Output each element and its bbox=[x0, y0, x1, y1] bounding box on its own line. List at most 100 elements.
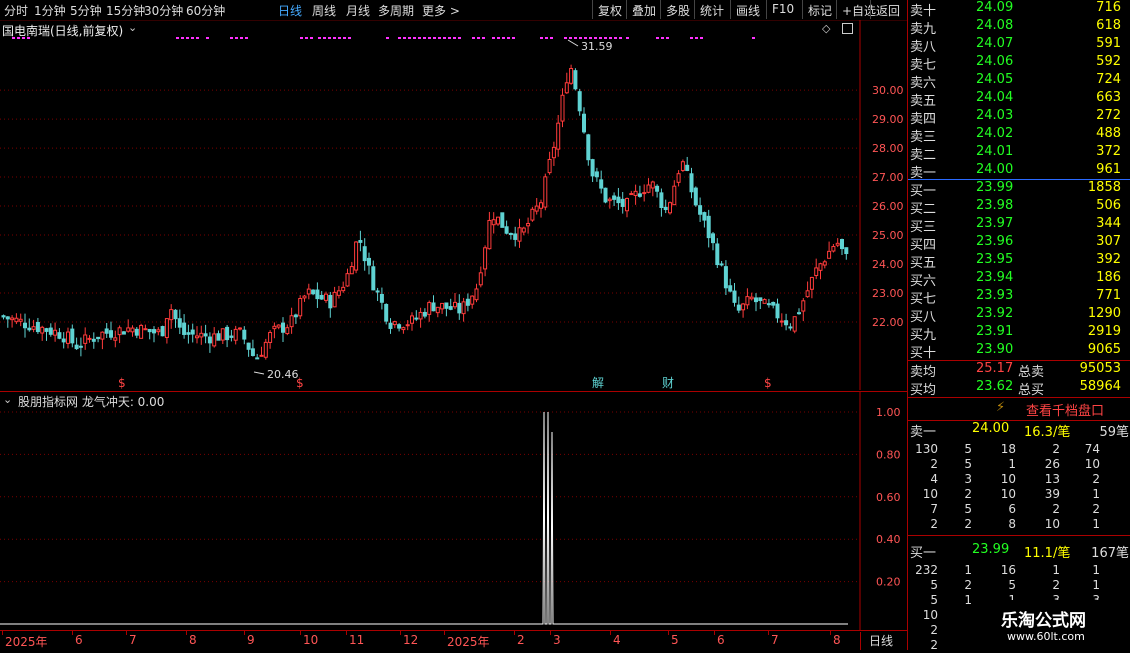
signal-dot bbox=[428, 37, 431, 39]
date-label: 6 bbox=[717, 633, 725, 647]
event-marker[interactable]: 财 bbox=[662, 376, 674, 390]
level-price: 24.06 bbox=[976, 54, 1014, 69]
level-price: 23.94 bbox=[976, 270, 1014, 285]
event-marker[interactable]: $ bbox=[764, 376, 772, 390]
candle bbox=[18, 313, 23, 327]
buy-level-row[interactable]: 买二 23.98 506 bbox=[908, 198, 1130, 217]
date-tick bbox=[714, 631, 715, 635]
candle bbox=[496, 216, 500, 226]
date-label: 6 bbox=[75, 633, 83, 647]
candle bbox=[706, 209, 711, 248]
period-tab[interactable]: 60分钟 bbox=[186, 2, 225, 19]
date-tick bbox=[2, 631, 3, 635]
candle bbox=[792, 316, 797, 334]
candle bbox=[207, 332, 212, 353]
candle bbox=[607, 197, 612, 209]
toolbar-button[interactable]: 返回 bbox=[870, 0, 905, 19]
toolbar-button[interactable]: 多股 bbox=[660, 0, 695, 19]
queue-cell: 10 bbox=[1044, 517, 1060, 531]
buy1-detail-per: 11.1/笔 bbox=[1024, 546, 1071, 561]
signal-dot bbox=[196, 37, 199, 39]
lightning-icon: ⚡ bbox=[996, 400, 1006, 415]
candle bbox=[766, 298, 771, 308]
candle bbox=[569, 64, 574, 85]
queue-cell: 26 bbox=[1044, 457, 1060, 471]
candle bbox=[156, 327, 161, 336]
date-label: 2 bbox=[517, 633, 525, 647]
event-marker[interactable]: $ bbox=[118, 376, 126, 390]
period-label[interactable]: 日线 bbox=[860, 632, 907, 650]
indicator-chart[interactable]: ⌄ 股朋指标网 龙气冲天: 0.00 1.00 0.80 0.60 0.40 0.20 bbox=[0, 391, 907, 631]
toolbar-button[interactable]: 复权 bbox=[592, 0, 627, 19]
view-depth-label: 查看千档盘口 bbox=[1026, 404, 1105, 419]
queue-cell: 10 bbox=[1084, 457, 1100, 471]
level-volume: 771 bbox=[1096, 288, 1121, 303]
period-tab[interactable]: 多周期 bbox=[378, 2, 414, 19]
buy-level-row[interactable]: 买十 23.90 9065 bbox=[908, 342, 1130, 361]
period-tab[interactable]: 月线 bbox=[346, 2, 370, 19]
candle bbox=[513, 226, 518, 247]
date-tick bbox=[768, 631, 769, 635]
period-tab[interactable]: 15分钟 bbox=[106, 2, 145, 19]
candle bbox=[220, 328, 225, 345]
candle bbox=[61, 332, 66, 349]
period-tab[interactable]: 周线 bbox=[312, 2, 336, 19]
candle bbox=[259, 346, 264, 357]
buy-level-row[interactable]: 买九 23.91 2919 bbox=[908, 324, 1130, 343]
view-depth-button[interactable]: ⚡ 查看千档盘口 bbox=[908, 398, 1130, 420]
buy-level-row[interactable]: 买六 23.94 186 bbox=[908, 270, 1130, 289]
toolbar-button[interactable]: 画线 bbox=[730, 0, 765, 19]
sell-level-row[interactable]: 卖一 24.00 961 bbox=[908, 162, 1130, 181]
signal-dot bbox=[310, 37, 313, 39]
period-tab[interactable]: 分时 bbox=[4, 2, 28, 19]
candle bbox=[268, 330, 273, 349]
signal-dot bbox=[448, 37, 451, 39]
candle bbox=[827, 241, 832, 259]
toolbar-button[interactable]: F10 bbox=[766, 0, 799, 19]
signal-dot bbox=[206, 37, 209, 39]
sell-level-row[interactable]: 卖五 24.04 663 bbox=[908, 90, 1130, 109]
toolbar-button[interactable]: 叠加 bbox=[626, 0, 661, 19]
period-tab[interactable]: 1分钟 bbox=[34, 2, 66, 19]
candle bbox=[530, 206, 535, 222]
queue-cell: 10 bbox=[1000, 487, 1016, 501]
candle bbox=[685, 156, 690, 172]
candlestick-chart[interactable]: 国电南瑞(日线,前复权) ⌄ ◇ 30.00 29.00 28.00 27.00 26.… bbox=[0, 20, 907, 390]
event-marker[interactable]: $ bbox=[296, 376, 304, 390]
period-tab[interactable]: 日线 bbox=[278, 2, 302, 19]
candle bbox=[113, 330, 118, 348]
sell-level-row[interactable]: 卖三 24.02 488 bbox=[908, 126, 1130, 145]
period-tab[interactable]: 更多 > bbox=[422, 2, 460, 19]
period-tab[interactable]: 5分钟 bbox=[70, 2, 102, 19]
indicator-tick-label: 0.80 bbox=[876, 448, 901, 461]
buy-level-row[interactable]: 买一 23.99 1858 bbox=[908, 180, 1130, 199]
sell-level-row[interactable]: 卖四 24.03 272 bbox=[908, 108, 1130, 127]
candle bbox=[582, 107, 586, 134]
level-label: 卖九 bbox=[910, 22, 937, 37]
buy-level-row[interactable]: 买八 23.92 1290 bbox=[908, 306, 1130, 325]
candle bbox=[91, 332, 96, 349]
toolbar-button[interactable]: 标记 bbox=[802, 0, 837, 19]
event-marker[interactable]: 解 bbox=[592, 376, 604, 390]
queue-cell: 2 bbox=[930, 517, 938, 531]
sell-level-row[interactable]: 卖七 24.06 592 bbox=[908, 54, 1130, 73]
date-label: 2025年 bbox=[5, 635, 48, 649]
candle bbox=[719, 260, 724, 267]
level-volume: 506 bbox=[1096, 198, 1121, 213]
candle bbox=[758, 297, 763, 309]
sell-level-row[interactable]: 卖二 24.01 372 bbox=[908, 144, 1130, 163]
buy-level-row[interactable]: 买四 23.96 307 bbox=[908, 234, 1130, 253]
sell-level-row[interactable]: 卖九 24.08 618 bbox=[908, 18, 1130, 37]
candle bbox=[169, 304, 174, 329]
buy-level-row[interactable]: 买五 23.95 392 bbox=[908, 252, 1130, 271]
sell-level-row[interactable]: 卖八 24.07 591 bbox=[908, 36, 1130, 55]
signal-dot bbox=[579, 37, 582, 39]
sell-level-row[interactable]: 卖十 24.09 716 bbox=[908, 0, 1130, 19]
sell-level-row[interactable]: 卖六 24.05 724 bbox=[908, 72, 1130, 91]
candle bbox=[779, 313, 784, 327]
candle bbox=[728, 278, 733, 293]
buy-level-row[interactable]: 买七 23.93 771 bbox=[908, 288, 1130, 307]
toolbar-button[interactable]: 统计 bbox=[694, 0, 729, 19]
buy-level-row[interactable]: 买三 23.97 344 bbox=[908, 216, 1130, 235]
period-tab[interactable]: 30分钟 bbox=[144, 2, 183, 19]
